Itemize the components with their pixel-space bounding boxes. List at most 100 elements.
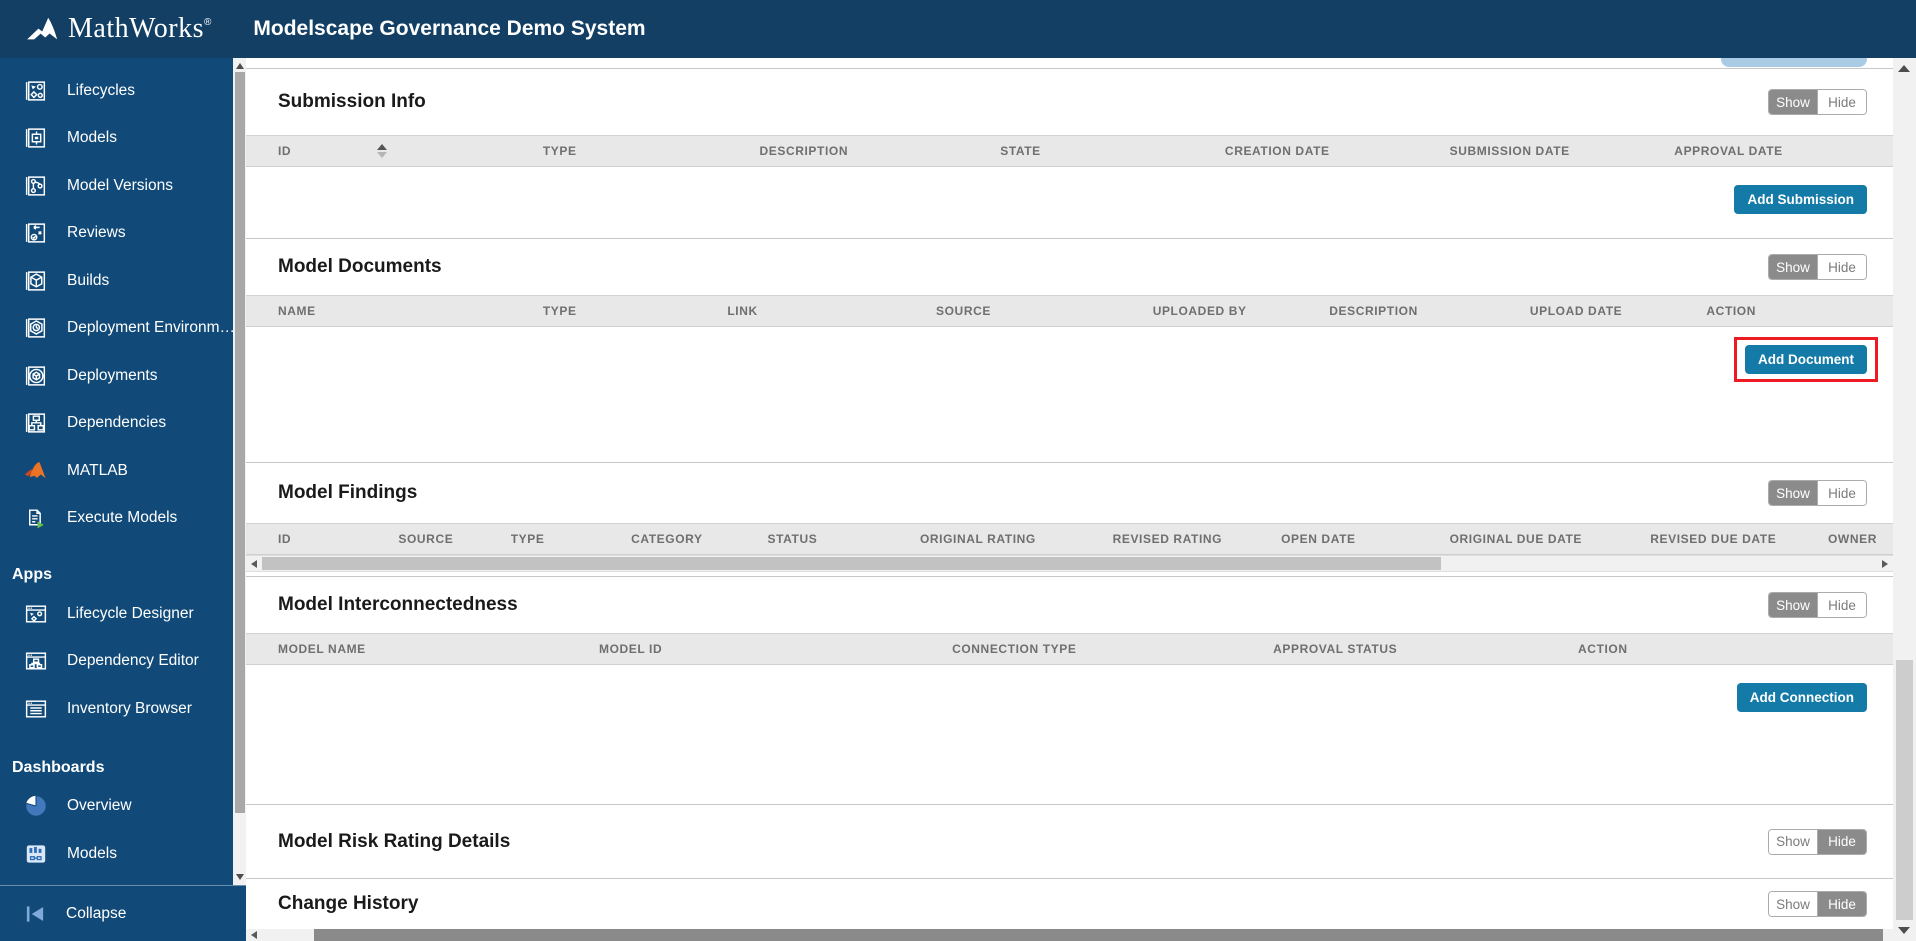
sidebar-item-reviews[interactable]: Reviews bbox=[0, 210, 246, 258]
sidebar-scrollbar[interactable] bbox=[233, 58, 246, 885]
show-button[interactable]: Show bbox=[1769, 830, 1817, 854]
column-header-creation-date[interactable]: CREATION DATE bbox=[1225, 144, 1450, 158]
column-header-type[interactable]: TYPE bbox=[511, 532, 631, 546]
app-header: MathWorks ® Modelscape Governance Demo S… bbox=[0, 0, 1916, 58]
column-header-id[interactable]: ID bbox=[278, 144, 543, 159]
sidebar-scrollbar-thumb[interactable] bbox=[235, 72, 245, 813]
column-header-source[interactable]: SOURCE bbox=[936, 304, 1153, 318]
column-header-connection-type[interactable]: CONNECTION TYPE bbox=[952, 642, 1273, 656]
sidebar-item-label: Builds bbox=[67, 272, 109, 290]
sidebar-item-model-versions[interactable]: Model Versions bbox=[0, 162, 246, 210]
inventory-browser-icon bbox=[22, 695, 49, 722]
column-header-uploaded-by[interactable]: UPLOADED BY bbox=[1153, 304, 1330, 318]
scroll-down-icon[interactable] bbox=[1898, 927, 1910, 934]
column-header-approval-status[interactable]: APPROVAL STATUS bbox=[1273, 642, 1578, 656]
partial-button[interactable] bbox=[1721, 58, 1867, 67]
collapse-icon bbox=[22, 901, 48, 927]
column-header-type[interactable]: TYPE bbox=[543, 144, 760, 158]
deployments-icon bbox=[22, 362, 49, 389]
column-header-type[interactable]: TYPE bbox=[543, 304, 728, 318]
add-submission-button[interactable]: Add Submission bbox=[1734, 185, 1867, 214]
collapse-label: Collapse bbox=[66, 905, 126, 923]
sort-icon[interactable] bbox=[377, 144, 387, 158]
column-header-state[interactable]: STATE bbox=[1000, 144, 1225, 158]
annotation-highlight-box: Add Document bbox=[1734, 337, 1878, 382]
column-header-name[interactable]: NAME bbox=[278, 304, 543, 318]
hide-button[interactable]: Hide bbox=[1818, 90, 1866, 114]
reviews-icon bbox=[22, 220, 49, 247]
sidebar-item-overview[interactable]: Overview bbox=[0, 783, 246, 831]
column-header-id[interactable]: ID bbox=[278, 532, 398, 546]
table-header-row: ID TYPE DESCRIPTION STATE CREATION DATE … bbox=[246, 135, 1893, 167]
sidebar-collapse-button[interactable]: Collapse bbox=[0, 885, 246, 941]
sidebar-nav-list: Lifecycles Models bbox=[0, 58, 246, 885]
table-header-row: MODEL NAME MODEL ID CONNECTION TYPE APPR… bbox=[246, 633, 1893, 665]
sidebar-item-builds[interactable]: Builds bbox=[0, 257, 246, 305]
column-header-model-name[interactable]: MODEL NAME bbox=[278, 642, 599, 656]
scrollbar-thumb[interactable] bbox=[1896, 660, 1913, 920]
column-header-open-date[interactable]: OPEN DATE bbox=[1281, 532, 1450, 546]
scrollbar-thumb[interactable] bbox=[262, 557, 1441, 570]
sidebar-heading-apps: Apps bbox=[0, 560, 246, 590]
scroll-left-icon[interactable] bbox=[246, 556, 262, 571]
scrollbar-thumb[interactable] bbox=[314, 929, 1883, 941]
column-header-action[interactable]: ACTION bbox=[1706, 304, 1875, 318]
section-title: Model Documents bbox=[278, 256, 442, 278]
add-document-button[interactable]: Add Document bbox=[1745, 345, 1867, 374]
scroll-right-icon[interactable] bbox=[1877, 556, 1893, 571]
main-vertical-scrollbar[interactable] bbox=[1893, 58, 1916, 941]
column-header-approval-date[interactable]: APPROVAL DATE bbox=[1674, 144, 1883, 158]
scroll-up-icon[interactable] bbox=[1898, 65, 1910, 72]
scroll-up-icon[interactable] bbox=[236, 63, 244, 69]
hide-button[interactable]: Hide bbox=[1818, 593, 1866, 617]
hide-button[interactable]: Hide bbox=[1818, 830, 1866, 854]
sidebar-item-models[interactable]: Models bbox=[0, 115, 246, 163]
sidebar-item-label: Reviews bbox=[67, 224, 126, 242]
column-header-upload-date[interactable]: UPLOAD DATE bbox=[1530, 304, 1707, 318]
sidebar-item-matlab[interactable]: MATLAB bbox=[0, 447, 246, 495]
column-header-description[interactable]: DESCRIPTION bbox=[759, 144, 1000, 158]
column-header-description[interactable]: DESCRIPTION bbox=[1329, 304, 1530, 318]
column-header-status[interactable]: STATUS bbox=[768, 532, 920, 546]
sidebar-item-dependencies[interactable]: Dependencies bbox=[0, 400, 246, 448]
column-header-submission-date[interactable]: SUBMISSION DATE bbox=[1450, 144, 1675, 158]
sidebar-item-label: Inventory Browser bbox=[67, 700, 192, 718]
findings-horizontal-scrollbar[interactable] bbox=[246, 555, 1893, 572]
column-header-model-id[interactable]: MODEL ID bbox=[599, 642, 952, 656]
sidebar-item-models-dashboard[interactable]: Models bbox=[0, 830, 246, 878]
add-connection-button[interactable]: Add Connection bbox=[1737, 683, 1867, 712]
sidebar: Lifecycles Models bbox=[0, 58, 246, 941]
show-hide-toggle: Show Hide bbox=[1768, 254, 1867, 280]
sidebar-item-label: Dependencies bbox=[67, 414, 166, 432]
show-button[interactable]: Show bbox=[1769, 892, 1817, 916]
sidebar-heading-dashboards: Dashboards bbox=[0, 753, 246, 783]
show-button[interactable]: Show bbox=[1769, 481, 1817, 505]
sidebar-item-execute-models[interactable]: Execute Models bbox=[0, 495, 246, 543]
hide-button[interactable]: Hide bbox=[1818, 481, 1866, 505]
column-header-revised-due-date[interactable]: REVISED DUE DATE bbox=[1650, 532, 1819, 546]
sidebar-item-inventory-browser[interactable]: Inventory Browser bbox=[0, 685, 246, 733]
sidebar-item-deployments[interactable]: Deployments bbox=[0, 352, 246, 400]
scroll-down-icon[interactable] bbox=[236, 874, 244, 880]
sidebar-item-label: Model Versions bbox=[67, 177, 173, 195]
hide-button[interactable]: Hide bbox=[1818, 255, 1866, 279]
main-horizontal-scrollbar[interactable] bbox=[246, 929, 1893, 941]
hide-button[interactable]: Hide bbox=[1818, 892, 1866, 916]
show-button[interactable]: Show bbox=[1769, 90, 1817, 114]
column-header-action[interactable]: ACTION bbox=[1578, 642, 1883, 656]
sidebar-item-deployment-environments[interactable]: Deployment Environm… bbox=[0, 305, 246, 353]
sidebar-item-dependency-editor[interactable]: Dependency Editor bbox=[0, 638, 246, 686]
column-header-original-due-date[interactable]: ORIGINAL DUE DATE bbox=[1450, 532, 1651, 546]
show-button[interactable]: Show bbox=[1769, 593, 1817, 617]
scroll-left-icon[interactable] bbox=[246, 929, 262, 941]
section-title: Model Findings bbox=[278, 482, 417, 504]
column-header-link[interactable]: LINK bbox=[727, 304, 936, 318]
sidebar-item-lifecycles[interactable]: Lifecycles bbox=[0, 67, 246, 115]
column-header-category[interactable]: CATEGORY bbox=[631, 532, 767, 546]
column-header-source[interactable]: SOURCE bbox=[398, 532, 510, 546]
sidebar-item-lifecycle-designer[interactable]: Lifecycle Designer bbox=[0, 590, 246, 638]
column-header-revised-rating[interactable]: REVISED RATING bbox=[1113, 532, 1282, 546]
column-header-owner[interactable]: OWNER bbox=[1819, 532, 1883, 546]
show-button[interactable]: Show bbox=[1769, 255, 1817, 279]
column-header-original-rating[interactable]: ORIGINAL RATING bbox=[920, 532, 1113, 546]
